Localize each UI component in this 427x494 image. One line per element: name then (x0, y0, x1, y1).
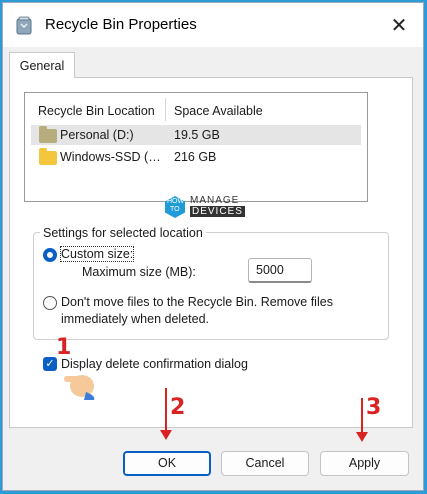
annotation-step-1: 1 (56, 335, 72, 360)
window-title: Recycle Bin Properties (45, 16, 197, 33)
logo-text-to: TO (170, 206, 180, 213)
logo-text-devices: DEVICES (190, 206, 245, 217)
annotation-arrow-3 (361, 398, 363, 434)
annotation-arrowhead-2 (160, 430, 172, 440)
cancel-button[interactable]: Cancel (221, 451, 309, 476)
apply-button[interactable]: Apply (320, 451, 409, 476)
column-separator (165, 98, 166, 121)
location-name: Personal (D:) (60, 128, 134, 142)
watermark-logo: HOW TO MANAGE DEVICES (163, 193, 263, 221)
logo-text-manage: MANAGE (190, 195, 240, 206)
column-header-space[interactable]: Space Available (174, 104, 263, 118)
list-item[interactable]: Windows-SSD (… 216 GB (31, 147, 361, 167)
dont-move-files-label[interactable]: Don't move files to the Recycle Bin. Rem… (61, 294, 381, 328)
close-button[interactable]: ✕ (381, 11, 417, 41)
custom-size-radio[interactable] (43, 248, 57, 262)
tab-general[interactable]: General (9, 52, 75, 78)
annotation-arrow-2 (165, 388, 167, 432)
ok-button[interactable]: OK (123, 451, 211, 476)
custom-size-label[interactable]: Custom size: (59, 246, 135, 262)
pointing-hand-icon (64, 375, 95, 400)
list-item[interactable]: Personal (D:) 19.5 GB (31, 125, 361, 145)
settings-group-label: Settings for selected location (40, 226, 206, 240)
title-bar[interactable]: Recycle Bin Properties ✕ (3, 3, 423, 47)
recycle-bin-locations-list[interactable]: Recycle Bin Location Space Available Per… (24, 92, 368, 202)
annotation-step-2: 2 (170, 395, 186, 420)
column-header-location[interactable]: Recycle Bin Location (38, 104, 155, 118)
maximum-size-input[interactable]: 5000 (248, 258, 312, 283)
space-available: 216 GB (174, 150, 217, 164)
drive-folder-icon (39, 126, 57, 143)
logo-text-how: HOW (167, 198, 185, 205)
dont-move-files-radio[interactable] (43, 296, 57, 310)
location-name: Windows-SSD (… (60, 150, 161, 164)
annotation-step-3: 3 (366, 395, 382, 420)
recycle-bin-icon (16, 16, 32, 35)
maximum-size-label: Maximum size (MB): (82, 265, 196, 279)
delete-confirmation-checkbox[interactable]: ✓ (43, 357, 57, 371)
annotation-arrowhead-3 (356, 432, 368, 442)
space-available: 19.5 GB (174, 128, 220, 142)
folder-icon (39, 148, 57, 165)
